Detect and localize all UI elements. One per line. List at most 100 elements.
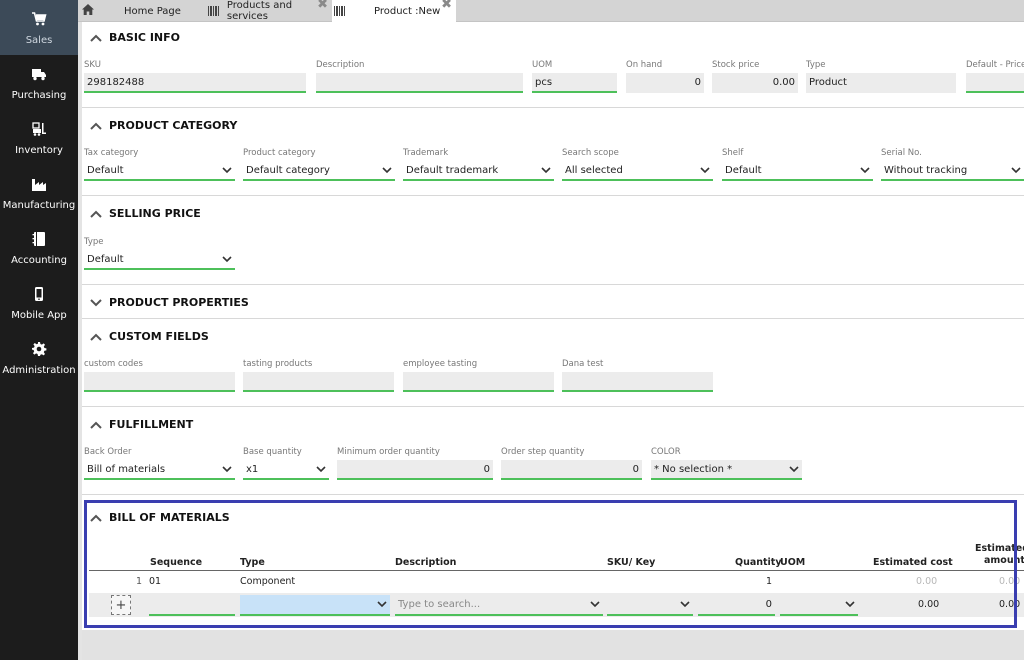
field-label: employee tasting [403,359,478,369]
tab-label: Product :New [374,5,441,17]
tab-home-page[interactable]: Home Page [124,0,204,22]
field-label: COLOR [651,447,681,457]
sidebar-item-purchasing[interactable]: Purchasing [0,55,78,110]
section-product-category: PRODUCT CATEGORY Tax category Default Pr… [82,108,1024,196]
chevron-down-icon [90,298,102,306]
section-product-properties: PRODUCT PROPERTIES [82,285,1024,319]
base-quantity-select[interactable]: x1 [243,460,329,480]
chevron-down-icon [222,255,232,262]
serial-no-select[interactable]: Without tracking [881,161,1024,181]
product-category-field: Product category Default category [243,148,395,181]
tasting-products-field: tasting products [243,359,394,392]
sidebar-item-label: Manufacturing [2,200,76,211]
sidebar-item-accounting[interactable]: Accounting [0,220,78,275]
field-label: Type [806,60,826,70]
dana-test-input[interactable] [562,372,713,392]
sidebar-item-label: Administration [2,365,76,376]
field-label: Trademark [403,148,449,158]
tasting-products-input[interactable] [243,372,394,392]
close-icon[interactable]: ✖ [317,0,328,12]
employee-tasting-input[interactable] [403,372,554,392]
chevron-up-icon [90,34,102,42]
chevron-down-icon [222,166,232,173]
uom-field: UOM pcs [532,60,617,93]
selling-price-type-select[interactable]: Default [84,250,235,270]
select-value: * No selection * [654,463,733,475]
chevron-down-icon [222,465,232,472]
default-price-input[interactable] [966,73,1024,93]
field-label: Shelf [722,148,744,158]
description-input[interactable] [316,73,523,93]
order-step-qty-input[interactable]: 0 [501,460,642,480]
barcode-icon [334,6,346,16]
section-header[interactable]: FULFILLMENT [90,418,193,431]
section-header[interactable]: CUSTOM FIELDS [90,330,209,343]
sidebar-item-manufacturing[interactable]: Manufacturing [0,165,78,220]
section-selling-price: SELLING PRICE Type Default [82,196,1024,285]
section-custom-fields: CUSTOM FIELDS custom codes tasting produ… [82,319,1024,407]
shelf-select[interactable]: Default [722,161,873,181]
stock-price-value: 0.00 [712,73,798,93]
stock-price-field: Stock price 0.00 [712,60,798,93]
field-label: Stock price [712,60,760,70]
trademark-select[interactable]: Default trademark [403,161,554,181]
serial-no-field: Serial No. Without tracking [881,148,1024,181]
phone-icon [29,284,49,304]
min-order-qty-field: Minimum order quantity 0 [337,447,493,480]
bill-of-materials-highlight [84,500,1017,628]
uom-input[interactable]: pcs [532,73,617,93]
color-select[interactable]: * No selection * [651,460,802,480]
section-header[interactable]: SELLING PRICE [90,207,201,220]
form-footer [82,630,1024,660]
tab-products-and-services[interactable]: Products and services ✖ [208,0,328,22]
section-title: PRODUCT PROPERTIES [109,296,249,309]
chevron-down-icon [860,166,870,173]
select-value: Default [87,253,124,265]
sidebar: Sales Purchasing Inventory Manufacturing… [0,0,78,660]
gear-icon [29,339,49,359]
field-label: Minimum order quantity [337,447,440,457]
select-value: Without tracking [884,164,968,176]
section-basic-info: BASIC INFO SKU 298182488 Description UOM… [82,22,1024,108]
factory-icon [29,174,49,194]
field-label: Search scope [562,148,619,158]
tab-product-new[interactable]: Product :New ✖ [332,0,456,22]
field-label: Serial No. [881,148,922,158]
section-title: SELLING PRICE [109,207,201,220]
tax-category-select[interactable]: Default [84,161,235,181]
order-step-qty-field: Order step quantity 0 [501,447,642,480]
section-header[interactable]: BASIC INFO [90,31,180,44]
base-quantity-field: Base quantity x1 [243,447,329,480]
type-field: Type Product [806,60,956,93]
product-category-select[interactable]: Default category [243,161,395,181]
chevron-up-icon [90,122,102,130]
custom-codes-field: custom codes [84,359,235,392]
employee-tasting-field: employee tasting [403,359,554,392]
sidebar-item-sales[interactable]: Sales [0,0,78,55]
close-icon[interactable]: ✖ [441,0,452,12]
tab-label: Products and services [226,0,293,22]
chevron-down-icon [789,465,799,472]
min-order-qty-input[interactable]: 0 [337,460,493,480]
field-label: custom codes [84,359,143,369]
sidebar-item-label: Accounting [11,255,67,266]
sku-input[interactable]: 298182488 [84,73,306,93]
search-scope-select[interactable]: All selected [562,161,713,181]
section-header[interactable]: PRODUCT PROPERTIES [90,296,249,309]
chevron-down-icon [1011,166,1021,173]
sidebar-item-administration[interactable]: Administration [0,330,78,385]
cart-icon [29,9,49,29]
back-order-field: Back Order Bill of materials [84,447,235,480]
sidebar-item-mobile-app[interactable]: Mobile App [0,275,78,330]
back-order-select[interactable]: Bill of materials [84,460,235,480]
chevron-down-icon [382,166,392,173]
sidebar-item-inventory[interactable]: Inventory [0,110,78,165]
sidebar-item-label: Inventory [15,145,63,156]
search-scope-field: Search scope All selected [562,148,713,181]
section-header[interactable]: PRODUCT CATEGORY [90,119,237,132]
custom-codes-input[interactable] [84,372,235,392]
chevron-up-icon [90,210,102,218]
tab-home-icon-button[interactable] [78,0,98,22]
section-title: PRODUCT CATEGORY [109,119,238,132]
ledger-icon [29,229,49,249]
